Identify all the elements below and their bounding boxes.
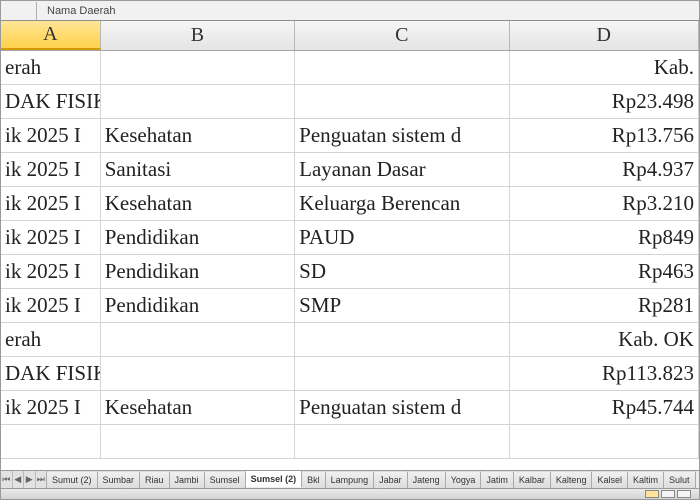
table-row: ik 2025 IKesehatanPenguatan sistem dRp45… xyxy=(1,391,699,425)
cell-a[interactable]: ik 2025 I xyxy=(1,221,101,254)
cell-b[interactable] xyxy=(101,323,295,356)
cell-b[interactable]: Sanitasi xyxy=(101,153,295,186)
cell-a[interactable]: DAK FISIK xyxy=(1,357,101,390)
cell-b[interactable]: Pendidikan xyxy=(101,255,295,288)
cell-c[interactable] xyxy=(295,51,509,84)
cell-b[interactable] xyxy=(101,51,295,84)
table-row: ik 2025 IKesehatanKeluarga BerencanRp3.2… xyxy=(1,187,699,221)
table-row: ik 2025 IPendidikanSMPRp281 xyxy=(1,289,699,323)
sheet-tab[interactable]: Riau xyxy=(140,471,170,488)
cell-a[interactable]: ik 2025 I xyxy=(1,187,101,220)
cell-d[interactable]: Rp113.823 xyxy=(510,357,699,390)
cell-d[interactable]: Rp13.756 xyxy=(510,119,699,152)
cell-c[interactable] xyxy=(295,323,509,356)
cell-c[interactable]: Penguatan sistem d xyxy=(295,119,509,152)
sheet-tab-bar: ⏮ ◀ ▶ ⏭ Sumut (2)SumbarRiauJambiSumselSu… xyxy=(1,470,699,488)
sheet-tab[interactable]: Sumsel (2) xyxy=(246,471,303,487)
sheet-tab[interactable]: Sumut (2) xyxy=(47,471,98,488)
cell-a[interactable]: ik 2025 I xyxy=(1,153,101,186)
cell-c[interactable]: SD xyxy=(295,255,509,288)
cell-a[interactable]: ik 2025 I xyxy=(1,391,101,424)
cell-c[interactable] xyxy=(295,425,509,458)
formula-bar[interactable]: Nama Daerah xyxy=(37,5,115,17)
cell-b[interactable]: Pendidikan xyxy=(101,221,295,254)
table-row: DAK FISIK Rp113.823 xyxy=(1,357,699,391)
cell-c[interactable]: Layanan Dasar xyxy=(295,153,509,186)
sheet-tab[interactable]: Yogya xyxy=(446,471,482,488)
cell-c[interactable]: Penguatan sistem d xyxy=(295,391,509,424)
column-header-b[interactable]: B xyxy=(101,21,295,50)
table-row: ik 2025 IKesehatanPenguatan sistem dRp13… xyxy=(1,119,699,153)
sheet-tab[interactable]: Jateng xyxy=(408,471,446,488)
cell-b[interactable]: Kesehatan xyxy=(101,187,295,220)
cell-a[interactable]: ik 2025 I xyxy=(1,119,101,152)
sheet-tab[interactable]: Kalbar xyxy=(514,471,551,488)
cell-a[interactable]: ik 2025 I xyxy=(1,255,101,288)
sheet-tabs: Sumut (2)SumbarRiauJambiSumselSumsel (2)… xyxy=(47,471,699,488)
column-header-d[interactable]: D xyxy=(510,21,699,50)
cell-c[interactable]: Keluarga Berencan xyxy=(295,187,509,220)
cell-a[interactable]: erah xyxy=(1,323,101,356)
sheet-tab[interactable]: Lampung xyxy=(326,471,375,488)
sheet-tab[interactable]: Sulut xyxy=(664,471,696,488)
cell-b[interactable]: Kesehatan xyxy=(101,391,295,424)
table-row: ik 2025 IPendidikanSDRp463 xyxy=(1,255,699,289)
cell-d[interactable]: Rp3.210 xyxy=(510,187,699,220)
cell-b[interactable] xyxy=(101,85,295,118)
table-row: ik 2025 ISanitasiLayanan DasarRp4.937 xyxy=(1,153,699,187)
cell-d[interactable]: Rp281 xyxy=(510,289,699,322)
column-headers: ABCD xyxy=(1,21,699,51)
table-row: erah Kab. xyxy=(1,51,699,85)
formula-bar-row: Nama Daerah xyxy=(1,1,699,21)
cell-b[interactable] xyxy=(101,425,295,458)
table-row: ik 2025 IPendidikanPAUDRp849 xyxy=(1,221,699,255)
tab-next-icon[interactable]: ▶ xyxy=(24,471,36,488)
cell-d[interactable]: Rp45.744 xyxy=(510,391,699,424)
table-row xyxy=(1,425,699,459)
sheet-tab[interactable]: Bkl xyxy=(302,471,326,488)
cell-b[interactable]: Pendidikan xyxy=(101,289,295,322)
cell-d[interactable]: Rp849 xyxy=(510,221,699,254)
tab-prev-icon[interactable]: ◀ xyxy=(13,471,25,488)
cell-a[interactable]: ik 2025 I xyxy=(1,289,101,322)
name-box[interactable] xyxy=(1,2,37,20)
cell-b[interactable] xyxy=(101,357,295,390)
cell-c[interactable] xyxy=(295,85,509,118)
view-page-layout-icon[interactable] xyxy=(661,490,675,498)
column-header-c[interactable]: C xyxy=(295,21,509,50)
cell-d[interactable]: Rp4.937 xyxy=(510,153,699,186)
sheet-tab[interactable]: Kalteng xyxy=(551,471,593,488)
cell-a[interactable]: DAK FISIK xyxy=(1,85,101,118)
tab-last-icon[interactable]: ⏭ xyxy=(36,471,47,488)
tab-nav-group: ⏮ ◀ ▶ ⏭ xyxy=(1,471,47,488)
sheet-tab[interactable]: Sumsel xyxy=(205,471,246,488)
sheet-tab[interactable]: Jatim xyxy=(481,471,514,488)
cell-c[interactable]: SMP xyxy=(295,289,509,322)
sheet-tab[interactable]: Kaltim xyxy=(628,471,664,488)
status-bar xyxy=(1,488,699,499)
tab-first-icon[interactable]: ⏮ xyxy=(1,471,13,488)
table-row: DAK FISIK Rp23.498 xyxy=(1,85,699,119)
cell-d[interactable]: Kab. OK xyxy=(510,323,699,356)
sheet-tab[interactable]: Jabar xyxy=(374,471,408,488)
view-normal-icon[interactable] xyxy=(645,490,659,498)
cell-b[interactable]: Kesehatan xyxy=(101,119,295,152)
cell-d[interactable]: Rp463 xyxy=(510,255,699,288)
cell-d[interactable] xyxy=(510,425,699,458)
sheet-tab[interactable]: Sumbar xyxy=(98,471,141,488)
sheet-tab[interactable]: Jambi xyxy=(170,471,205,488)
cell-d[interactable]: Kab. xyxy=(510,51,699,84)
cell-d[interactable]: Rp23.498 xyxy=(510,85,699,118)
table-row: erah Kab. OK xyxy=(1,323,699,357)
spreadsheet-grid[interactable]: erahKab. DAK FISIKRp23.498ik 2025 IKeseh… xyxy=(1,51,699,461)
cell-a[interactable]: erah xyxy=(1,51,101,84)
cell-a[interactable] xyxy=(1,425,101,458)
cell-c[interactable]: PAUD xyxy=(295,221,509,254)
sheet-tab[interactable]: Kalsel xyxy=(592,471,628,488)
cell-c[interactable] xyxy=(295,357,509,390)
view-page-break-icon[interactable] xyxy=(677,490,691,498)
column-header-a[interactable]: A xyxy=(1,21,101,50)
